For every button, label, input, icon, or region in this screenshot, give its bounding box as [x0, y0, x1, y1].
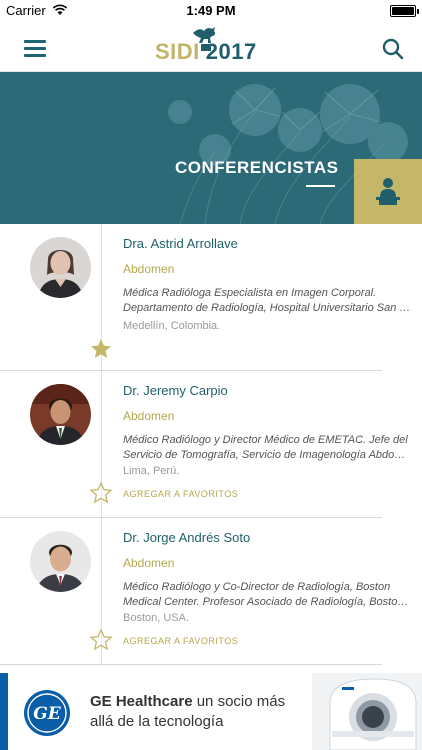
speaker-location: Boston, USA.: [123, 612, 190, 624]
speaker-bio-line: Médica Radióloga Especialista en Imagen …: [123, 287, 377, 299]
ad-tagline: GE Healthcare un socio más allá de la te…: [90, 692, 285, 732]
add-to-favorites-link[interactable]: AGREGAR A FAVORITOS: [123, 489, 238, 499]
speaker-avatar: [30, 384, 91, 445]
ge-healthcare-ad-banner[interactable]: GE GE Healthcare un socio más allá de la…: [0, 673, 422, 750]
search-icon[interactable]: [382, 38, 404, 60]
speaker-name[interactable]: Dr. Jorge Andrés Soto: [123, 530, 250, 545]
conferencistas-banner: CONFERENCISTAS: [0, 72, 422, 224]
speaker-list-item[interactable]: Dr. Jorge Andrés Soto Abdomen Médico Rad…: [0, 518, 422, 665]
mri-scanner-image: [312, 673, 422, 750]
speaker-avatar: [30, 237, 91, 298]
favorite-star-filled-icon[interactable]: [89, 337, 113, 361]
speaker-bio-line: Medical Center. Profesor Asociado de Rad…: [123, 596, 413, 608]
speaker-bio-line: Médico Radiólogo y Co-Director de Radiol…: [123, 581, 391, 593]
speaker-bio-line: Servicio de Tomografía, Servicio de Imag…: [123, 449, 413, 461]
speaker-bio: Médica Radióloga Especialista en Imagen …: [123, 286, 413, 316]
speaker-name[interactable]: Dr. Jeremy Carpio: [123, 383, 228, 398]
ad-accent-stripe: [0, 673, 8, 750]
speaker-name[interactable]: Dra. Astrid Arrollave: [123, 236, 238, 251]
sidi-logo: SIDI 2017: [155, 25, 270, 67]
logo-sidi-text: SIDI: [155, 39, 200, 64]
speaker-location: Lima, Perú.: [123, 465, 180, 477]
speakers-filter-button[interactable]: [354, 159, 422, 224]
favorite-star-outline-icon[interactable]: [89, 628, 113, 652]
speaker-bio-line: Departamento de Radiología, Hospital Uni…: [123, 302, 413, 314]
speaker-specialty: Abdomen: [123, 409, 175, 423]
speaker-specialty: Abdomen: [123, 556, 175, 570]
speaker-bio: Médico Radiólogo y Director Médico de EM…: [123, 433, 413, 463]
row-divider: [0, 664, 382, 665]
add-to-favorites-link[interactable]: AGREGAR A FAVORITOS: [123, 636, 238, 646]
page-title: CONFERENCISTAS: [175, 158, 339, 177]
ge-logo-icon: GE: [24, 690, 70, 736]
speaker-avatar: [30, 531, 91, 592]
battery-icon: [390, 5, 419, 17]
hamburger-menu-icon[interactable]: [24, 40, 46, 58]
speaker-list: Dra. Astrid Arrollave Abdomen Médica Rad…: [0, 224, 422, 665]
speaker-specialty: Abdomen: [123, 262, 175, 276]
speaker-list-item[interactable]: Dr. Jeremy Carpio Abdomen Médico Radiólo…: [0, 371, 422, 518]
clock: 1:49 PM: [186, 3, 236, 18]
nav-bar: SIDI 2017: [0, 22, 422, 72]
ad-brand-name: GE Healthcare: [90, 693, 193, 710]
speaker-bio: Médico Radiólogo y Co-Director de Radiol…: [123, 580, 413, 610]
svg-text:GE: GE: [33, 704, 62, 724]
favorite-star-outline-icon[interactable]: [89, 481, 113, 505]
speaker-list-item[interactable]: Dra. Astrid Arrollave Abdomen Médica Rad…: [0, 224, 422, 371]
title-underline: [306, 185, 335, 187]
ad-tagline-line1: un socio más: [192, 693, 286, 710]
ad-tagline-line2: allá de la tecnología: [90, 713, 224, 730]
speaker-podium-icon: [376, 178, 400, 205]
status-bar: Carrier 1:49 PM: [0, 0, 422, 22]
speaker-location: Medellín, Colombia.: [123, 320, 221, 332]
logo-year-text: 2017: [205, 39, 257, 64]
speaker-bio-line: Médico Radiólogo y Director Médico de EM…: [123, 434, 408, 446]
